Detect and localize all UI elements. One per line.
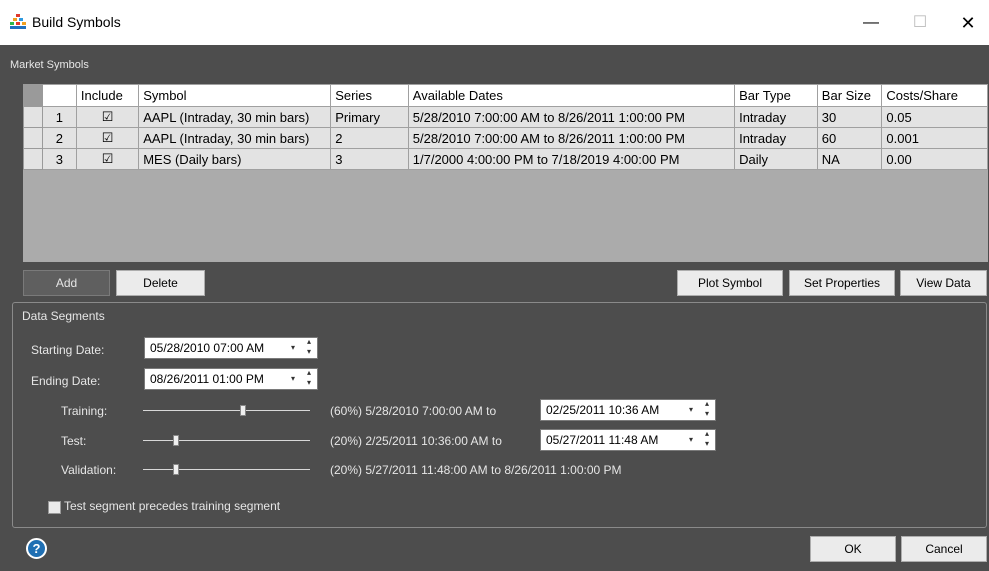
starting-date-value: 05/28/2010 07:00 AM (150, 341, 265, 355)
row-selector[interactable] (23, 106, 43, 128)
spin-icon[interactable]: ▴ ▾ (705, 399, 709, 419)
costs-cell[interactable]: 0.05 (881, 106, 988, 128)
costs-cell[interactable]: 0.001 (881, 127, 988, 149)
starting-date-label: Starting Date: (31, 343, 105, 357)
table-row[interactable]: 1 ☑ AAPL (Intraday, 30 min bars) Primary… (23, 106, 988, 128)
training-end-value: 02/25/2011 10:36 AM (546, 403, 660, 417)
training-range-text: (60%) 5/28/2010 7:00:00 AM to (330, 404, 497, 418)
row-selector-header (23, 84, 43, 107)
series-cell[interactable]: Primary (330, 106, 409, 128)
test-precedes-label: Test segment precedes training segment (64, 499, 281, 513)
bar-type-cell[interactable]: Daily (734, 148, 818, 170)
table-row[interactable]: 2 ☑ AAPL (Intraday, 30 min bars) 2 5/28/… (23, 127, 988, 149)
market-symbols-label: Market Symbols (10, 59, 89, 71)
column-header-series[interactable]: Series (330, 84, 409, 107)
dates-cell[interactable]: 1/7/2000 4:00:00 PM to 7/18/2019 4:00:00… (407, 148, 736, 170)
set-properties-button[interactable]: Set Properties (789, 270, 895, 296)
bar-size-cell[interactable]: 60 (816, 127, 883, 149)
table-row[interactable]: 3 ☑ MES (Daily bars) 3 1/7/2000 4:00:00 … (23, 148, 988, 170)
column-header-include[interactable]: Include (75, 84, 140, 107)
row-selector[interactable] (23, 148, 43, 170)
data-segments-legend: Data Segments (19, 309, 108, 323)
column-header-bar-size[interactable]: Bar Size (816, 84, 883, 107)
spin-icon[interactable]: ▴ ▾ (307, 368, 311, 388)
column-header-bar-type[interactable]: Bar Type (734, 84, 818, 107)
include-checkbox[interactable]: ☑ (75, 148, 140, 170)
row-number-header (41, 84, 77, 107)
ending-date-picker[interactable]: 08/26/2011 01:00 PM ▾ ▴ ▾ (144, 368, 318, 390)
plot-symbol-button[interactable]: Plot Symbol (677, 270, 783, 296)
ending-date-label: Ending Date: (31, 374, 101, 388)
series-cell[interactable]: 2 (330, 127, 409, 149)
minimize-button[interactable]: — (848, 10, 894, 36)
row-number: 1 (41, 106, 77, 128)
bar-size-cell[interactable]: 30 (816, 106, 883, 128)
series-cell[interactable]: 3 (330, 148, 409, 170)
test-label: Test: (61, 434, 87, 448)
training-slider-thumb[interactable] (240, 405, 247, 416)
test-slider-track[interactable] (143, 440, 310, 441)
bar-type-cell[interactable]: Intraday (734, 127, 818, 149)
symbols-table: Include Symbol Series Available Dates Ba… (23, 84, 988, 170)
test-end-value: 05/27/2011 11:48 AM (546, 433, 659, 447)
symbol-cell[interactable]: MES (Daily bars) (138, 148, 332, 170)
window-title: Build Symbols (32, 14, 121, 30)
symbol-cell[interactable]: AAPL (Intraday, 30 min bars) (138, 106, 332, 128)
test-range-text: (20%) 2/25/2011 10:36:00 AM to (330, 434, 502, 448)
bar-type-cell[interactable]: Intraday (734, 106, 818, 128)
symbol-cell[interactable]: AAPL (Intraday, 30 min bars) (138, 127, 332, 149)
ending-date-value: 08/26/2011 01:00 PM (150, 372, 264, 386)
test-end-picker[interactable]: 05/27/2011 11:48 AM ▾ ▴ ▾ (540, 429, 716, 451)
cancel-button[interactable]: Cancel (901, 536, 987, 562)
chevron-down-icon[interactable]: ▾ (689, 430, 693, 450)
validation-slider-thumb[interactable] (173, 464, 180, 475)
chevron-down-icon[interactable]: ▾ (291, 338, 295, 358)
spin-icon[interactable]: ▴ ▾ (705, 429, 709, 449)
test-slider-thumb[interactable] (173, 435, 180, 446)
include-checkbox[interactable]: ☑ (75, 127, 140, 149)
training-slider-track[interactable] (143, 410, 310, 411)
chevron-down-icon[interactable]: ▾ (291, 369, 295, 389)
training-end-picker[interactable]: 02/25/2011 10:36 AM ▾ ▴ ▾ (540, 399, 716, 421)
validation-label: Validation: (61, 463, 117, 477)
costs-cell[interactable]: 0.00 (881, 148, 988, 170)
validation-range-text: (20%) 5/27/2011 11:48:00 AM to 8/26/2011… (330, 463, 622, 477)
dates-cell[interactable]: 5/28/2010 7:00:00 AM to 8/26/2011 1:00:0… (407, 127, 736, 149)
row-selector[interactable] (23, 127, 43, 149)
data-segments-group (12, 302, 987, 528)
maximize-button[interactable]: ☐ (897, 10, 943, 36)
column-header-available-dates[interactable]: Available Dates (407, 84, 736, 107)
include-checkbox[interactable]: ☑ (75, 106, 140, 128)
help-icon[interactable]: ? (26, 538, 47, 559)
row-number: 2 (41, 127, 77, 149)
view-data-button[interactable]: View Data (900, 270, 987, 296)
training-label: Training: (61, 404, 108, 418)
dates-cell[interactable]: 5/28/2010 7:00:00 AM to 8/26/2011 1:00:0… (407, 106, 736, 128)
column-header-costs-share[interactable]: Costs/Share (881, 84, 988, 107)
app-icon (10, 14, 26, 29)
column-header-symbol[interactable]: Symbol (138, 84, 332, 107)
row-number: 3 (41, 148, 77, 170)
test-precedes-checkbox[interactable] (48, 501, 61, 514)
symbols-grid: Include Symbol Series Available Dates Ba… (23, 84, 988, 262)
delete-button[interactable]: Delete (116, 270, 205, 296)
bar-size-cell[interactable]: NA (816, 148, 883, 170)
table-header-row: Include Symbol Series Available Dates Ba… (23, 84, 988, 107)
title-bar: Build Symbols — ☐ ✕ (0, 0, 989, 45)
validation-slider-track[interactable] (143, 469, 310, 470)
ok-button[interactable]: OK (810, 536, 896, 562)
chevron-down-icon[interactable]: ▾ (689, 400, 693, 420)
spin-icon[interactable]: ▴ ▾ (307, 337, 311, 357)
starting-date-picker[interactable]: 05/28/2010 07:00 AM ▾ ▴ ▾ (144, 337, 318, 359)
add-button[interactable]: Add (23, 270, 110, 296)
close-button[interactable]: ✕ (945, 10, 989, 36)
